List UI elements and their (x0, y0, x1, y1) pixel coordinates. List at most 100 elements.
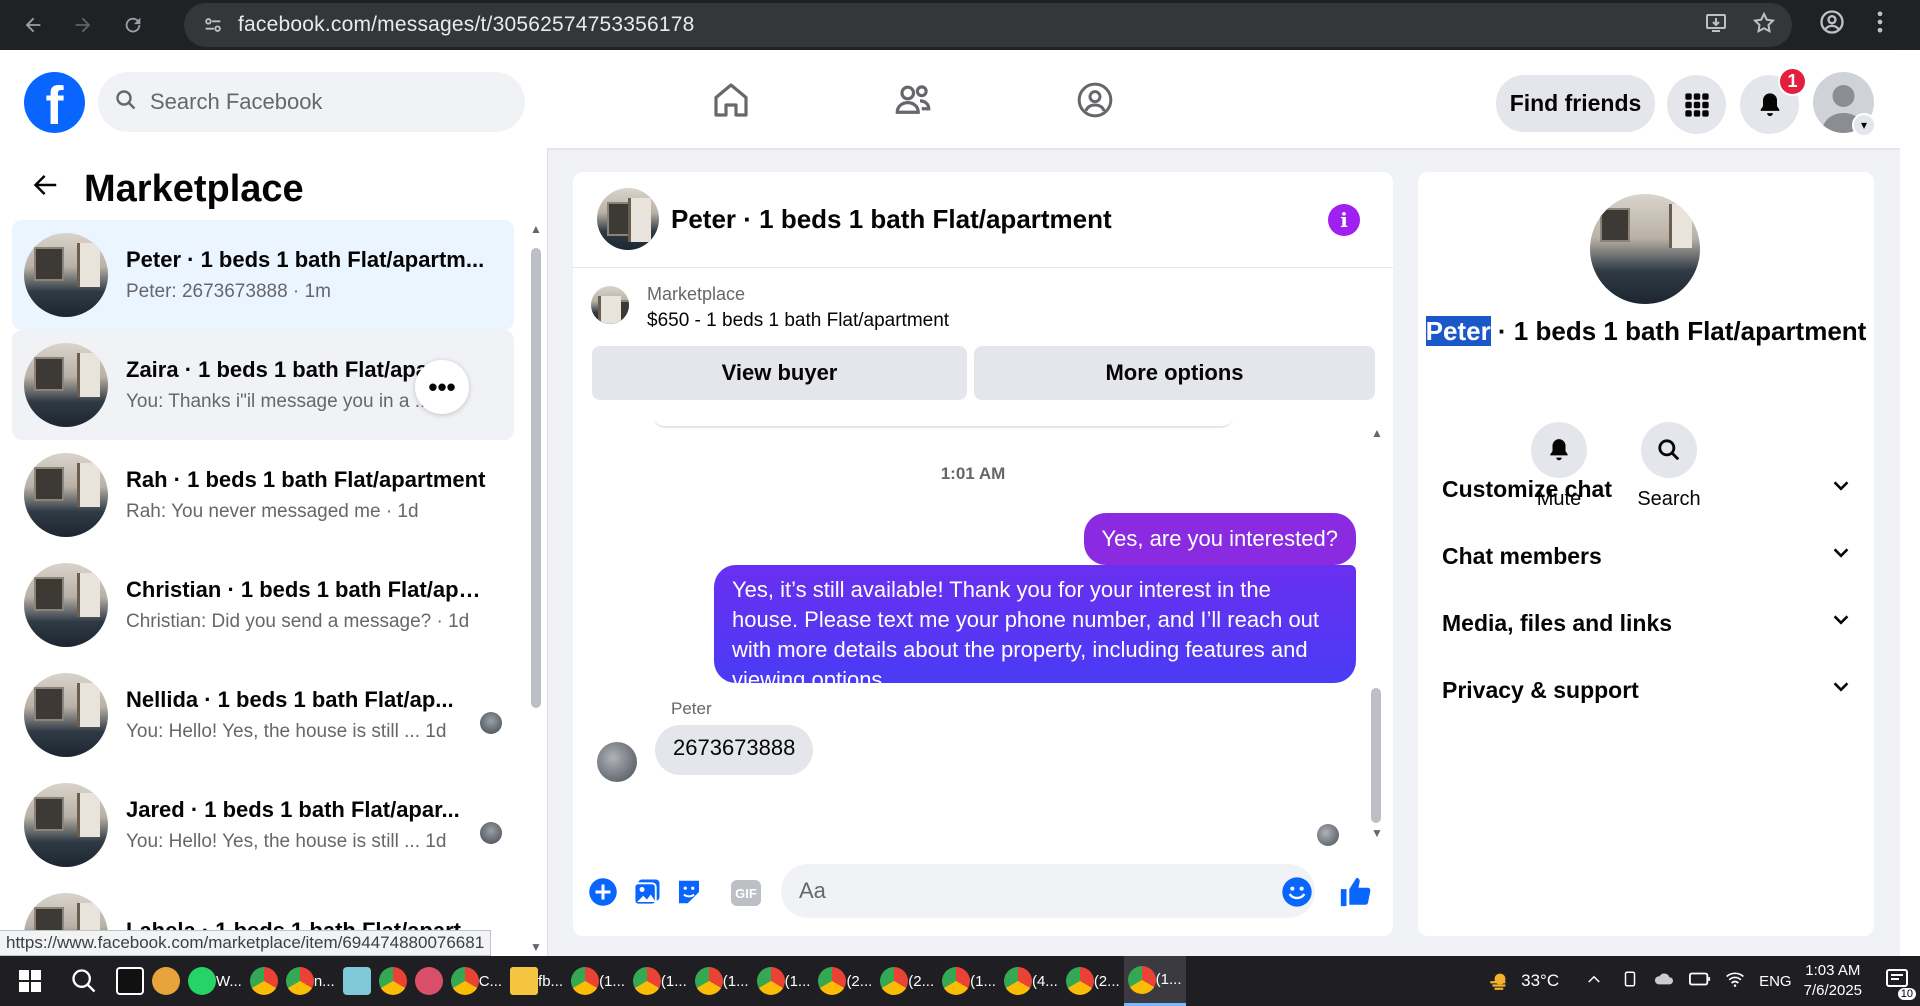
photo-icon[interactable] (629, 874, 665, 910)
taskbar-chrome[interactable]: (1... (938, 956, 1000, 1006)
device-icon[interactable] (1621, 970, 1639, 993)
sender-avatar[interactable] (597, 742, 637, 782)
listing-price-title[interactable]: $650 - 1 beds 1 bath Flat/apartment (647, 310, 949, 332)
clock[interactable]: 1:03 AM 7/6/2025 (1804, 961, 1862, 1001)
taskbar-chrome[interactable] (375, 956, 411, 1006)
taskbar-app-icon[interactable] (148, 956, 184, 1006)
conversation-item-zaira[interactable]: Zaira · 1 beds 1 bath Flat/apa... You: T… (12, 330, 514, 440)
bookmark-star-icon[interactable] (1752, 11, 1776, 40)
search-icon (114, 88, 138, 117)
conversation-item-nellida[interactable]: Nellida · 1 beds 1 bath Flat/ap... You: … (12, 660, 514, 770)
facebook-logo-icon[interactable]: f (24, 72, 85, 133)
page-scrollbar[interactable] (1900, 50, 1920, 956)
listing-thumbnail (24, 673, 108, 757)
taskbar-app-icon[interactable] (411, 956, 447, 1006)
taskbar-search-icon[interactable] (56, 956, 112, 1006)
sidebar-scrollbar[interactable] (531, 248, 541, 708)
conversation-item-christian[interactable]: Christian · 1 beds 1 bath Flat/apa... Ch… (12, 550, 514, 660)
forward-arrow-icon[interactable] (66, 8, 100, 42)
message-input[interactable] (781, 864, 1315, 918)
info-icon[interactable]: i (1328, 204, 1360, 236)
taskbar-app-icon[interactable] (112, 956, 148, 1006)
plus-circle-icon[interactable] (585, 874, 621, 910)
taskbar-chrome[interactable]: (1... (691, 956, 753, 1006)
scroll-down-icon[interactable]: ▼ (530, 940, 542, 954)
groups-icon[interactable] (1064, 72, 1126, 128)
windows-start-icon[interactable] (0, 956, 56, 1006)
taskbar-chrome[interactable]: (2... (1062, 956, 1124, 1006)
taskbar-chrome[interactable]: C... (447, 956, 506, 1006)
site-settings-icon[interactable] (198, 10, 228, 40)
menu-grid-button[interactable] (1667, 75, 1726, 134)
chat-title[interactable]: Peter · 1 beds 1 bath Flat/apartment (671, 204, 1112, 235)
weather-icon[interactable] (1487, 966, 1513, 997)
taskbar-chrome[interactable]: (2... (876, 956, 938, 1006)
language-indicator[interactable]: ENG (1759, 973, 1792, 990)
taskbar-chrome[interactable]: (1... (629, 956, 691, 1006)
battery-icon[interactable] (1689, 970, 1711, 993)
notifications-button[interactable]: 1 (1740, 67, 1807, 134)
thumbs-up-icon[interactable] (1337, 874, 1373, 910)
windows-taskbar: W... n... C... fb... (1... (1... (1... (… (0, 956, 1920, 1006)
conversation-name: Christian · 1 beds 1 bath Flat/apa... (126, 577, 486, 602)
search-input[interactable] (150, 89, 490, 115)
more-options-button[interactable]: More options (974, 346, 1375, 400)
back-arrow-icon[interactable] (16, 8, 50, 42)
chevron-up-icon[interactable] (1585, 970, 1603, 993)
url-text[interactable]: facebook.com/messages/t/3056257475335617… (238, 13, 695, 37)
taskbar-whatsapp[interactable]: W... (184, 956, 246, 1006)
address-bar[interactable]: facebook.com/messages/t/3056257475335617… (184, 3, 1792, 47)
facebook-search[interactable] (98, 72, 525, 132)
taskbar-chrome[interactable]: (1... (753, 956, 815, 1006)
taskbar-chrome[interactable]: n... (282, 956, 339, 1006)
home-icon[interactable] (700, 72, 762, 128)
back-arrow-icon[interactable] (30, 170, 60, 209)
find-friends-button[interactable]: Find friends (1496, 75, 1655, 132)
conversation-name: Rah · 1 beds 1 bath Flat/apartment (126, 467, 486, 492)
chat-avatar[interactable] (597, 188, 659, 250)
taskbar-chrome[interactable]: (4... (1000, 956, 1062, 1006)
browser-menu-icon[interactable] (1866, 8, 1894, 41)
listing-thumbnail (24, 783, 108, 867)
scroll-up-icon[interactable]: ▲ (530, 222, 542, 236)
section-media-files-links[interactable]: Media, files and links (1442, 595, 1852, 651)
taskbar-chrome[interactable] (246, 956, 282, 1006)
friends-icon[interactable] (882, 72, 944, 128)
conversation-item-peter[interactable]: Peter · 1 beds 1 bath Flat/apartm... Pet… (12, 220, 514, 330)
install-app-icon[interactable] (1704, 11, 1728, 40)
view-buyer-button[interactable]: View buyer (592, 346, 967, 400)
emoji-icon[interactable] (1279, 874, 1315, 910)
section-chat-members[interactable]: Chat members (1442, 528, 1852, 584)
gif-icon[interactable]: GIF (731, 880, 761, 906)
section-privacy-support[interactable]: Privacy & support (1442, 662, 1852, 718)
taskbar-chrome[interactable]: (2... (814, 956, 876, 1006)
conversation-snippet: Christian: Did you send a message? · 1d (126, 611, 470, 632)
main-nav (700, 72, 1126, 128)
scroll-up-icon[interactable]: ▲ (1371, 426, 1383, 440)
more-options-icon[interactable]: ••• (415, 360, 469, 414)
taskbar-chrome-active[interactable]: (1... (1123, 956, 1186, 1006)
chevron-down-icon[interactable]: ▾ (1852, 113, 1876, 137)
sticker-icon[interactable] (671, 874, 707, 910)
listing-thumbnail (24, 453, 108, 537)
notification-center-icon[interactable]: 10 (1884, 967, 1916, 1000)
marketplace-label: Marketplace (647, 284, 746, 304)
reload-icon[interactable] (116, 8, 150, 42)
listing-avatar[interactable] (1590, 194, 1700, 304)
section-customize-chat[interactable]: Customize chat (1442, 461, 1852, 517)
chat-scrollbar[interactable] (1371, 688, 1381, 823)
wifi-icon[interactable] (1725, 970, 1745, 993)
outgoing-message: Yes, are you interested? (1083, 513, 1356, 565)
taskbar-file-explorer[interactable]: fb... (506, 956, 567, 1006)
conversation-item-rah[interactable]: Rah · 1 beds 1 bath Flat/apartment Rah: … (12, 440, 514, 550)
taskbar-chrome[interactable]: (1... (567, 956, 629, 1006)
cloud-icon[interactable] (1653, 970, 1675, 993)
scroll-down-icon[interactable]: ▼ (1371, 826, 1383, 840)
listing-thumbnail[interactable] (591, 286, 629, 324)
conversation-name: Nellida · 1 beds 1 bath Flat/ap... (126, 687, 454, 712)
weather-temp[interactable]: 33°C (1521, 971, 1559, 991)
conversation-item-jared[interactable]: Jared · 1 beds 1 bath Flat/apar... You: … (12, 770, 514, 880)
chat-header: Peter · 1 beds 1 bath Flat/apartment i (573, 172, 1393, 268)
taskbar-app-icon[interactable] (339, 956, 375, 1006)
profile-icon[interactable] (1818, 8, 1846, 41)
